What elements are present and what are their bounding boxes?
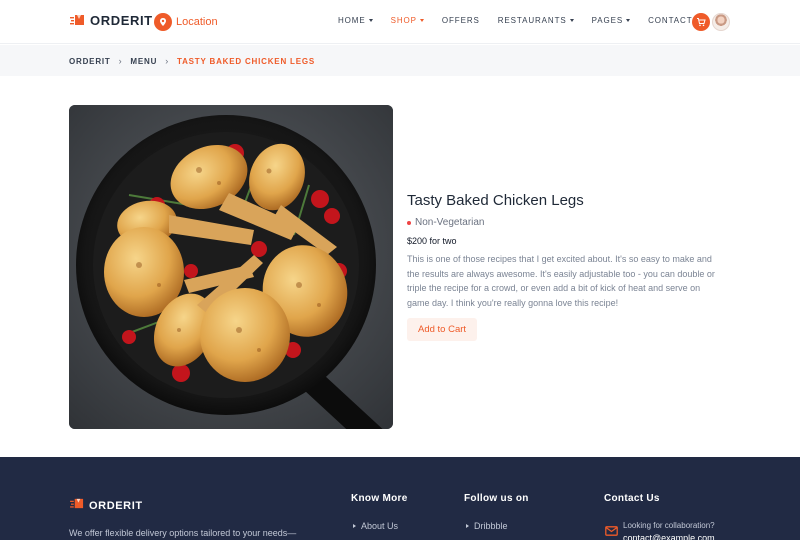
user-avatar[interactable] [712, 13, 730, 31]
dribbble-label: Dribbble [474, 521, 508, 531]
product-price: $200 for two [407, 236, 457, 246]
chevron-down-icon [419, 19, 424, 22]
non-veg-dot-icon [407, 220, 411, 225]
nav-shop-label: SHOP [390, 16, 417, 25]
nav-restaurants[interactable]: RESTAURANTS [498, 16, 574, 25]
about-us-label: About Us [361, 521, 399, 531]
breadcrumb-bar: ORDERIT › MENU › TASTY BAKED CHICKEN LEG… [0, 45, 800, 76]
location-label: Location [176, 16, 218, 28]
mail-icon [605, 526, 618, 536]
location-selector[interactable]: Location [154, 13, 218, 31]
footer-tagline: We offer flexible delivery options tailo… [69, 528, 297, 538]
collaboration-label: Looking for collaboration? [623, 521, 715, 530]
caret-right-icon [353, 524, 356, 528]
chevron-down-icon [368, 19, 373, 22]
product-image [69, 105, 393, 429]
cart-button[interactable] [692, 13, 710, 31]
map-pin-icon [154, 13, 172, 31]
product-details: Tasty Baked Chicken Legs Non-Vegetarian … [407, 192, 727, 342]
add-to-cart-button[interactable]: Add to Cart [407, 318, 478, 342]
nav-restaurants-label: RESTAURANTS [497, 16, 567, 25]
chevron-right-icon: › [118, 56, 123, 66]
know-more-heading: Know More [351, 493, 408, 504]
breadcrumb-current: TASTY BAKED CHICKEN LEGS [177, 56, 316, 66]
delivery-box-icon [70, 497, 85, 515]
nav-pages-label: PAGES [591, 16, 624, 25]
nav-shop[interactable]: SHOP [391, 16, 424, 25]
nav-offers-label: OFFERS [441, 16, 480, 25]
footer: ORDERIT We offer flexible delivery optio… [0, 457, 800, 543]
breadcrumb: ORDERIT › MENU › TASTY BAKED CHICKEN LEG… [69, 56, 315, 66]
diet-label: Non-Vegetarian [415, 217, 485, 228]
footer-brand-name: ORDERIT [89, 500, 143, 512]
nav-pages[interactable]: PAGES [591, 16, 631, 25]
chevron-right-icon: › [165, 56, 169, 66]
caret-right-icon [466, 524, 469, 528]
nav-home-label: HOME [338, 16, 366, 25]
follow-us-heading: Follow us on [464, 493, 529, 504]
diet-tag: Non-Vegetarian [407, 217, 727, 228]
brand-name: ORDERIT [90, 12, 153, 28]
footer-brand[interactable]: ORDERIT [70, 497, 143, 515]
chevron-down-icon [569, 19, 574, 22]
chevron-down-icon [626, 19, 631, 22]
footer-link-dribbble[interactable]: Dribbble [466, 521, 508, 531]
contact-email-link[interactable]: contact@example.com [623, 533, 715, 543]
breadcrumb-menu[interactable]: MENU [130, 57, 157, 66]
contact-us-heading: Contact Us [604, 493, 660, 504]
baked-chicken-legs-photo [69, 105, 393, 429]
footer-link-about-us[interactable]: About Us [353, 521, 398, 531]
brand-logo[interactable]: ORDERIT [70, 12, 153, 28]
delivery-box-icon [70, 12, 86, 28]
top-navbar: ORDERIT Location HOME SHOP OFFERS RESTAU… [0, 0, 800, 44]
breadcrumb-home[interactable]: ORDERIT [69, 57, 111, 66]
product-description: This is one of those recipes that I get … [407, 254, 715, 308]
product-title: Tasty Baked Chicken Legs [407, 192, 584, 209]
nav-offers[interactable]: OFFERS [442, 16, 480, 25]
main-nav: HOME SHOP OFFERS RESTAURANTS PAGES CONTA… [338, 16, 726, 25]
nav-home[interactable]: HOME [338, 16, 373, 25]
shopping-cart-icon [697, 18, 706, 27]
